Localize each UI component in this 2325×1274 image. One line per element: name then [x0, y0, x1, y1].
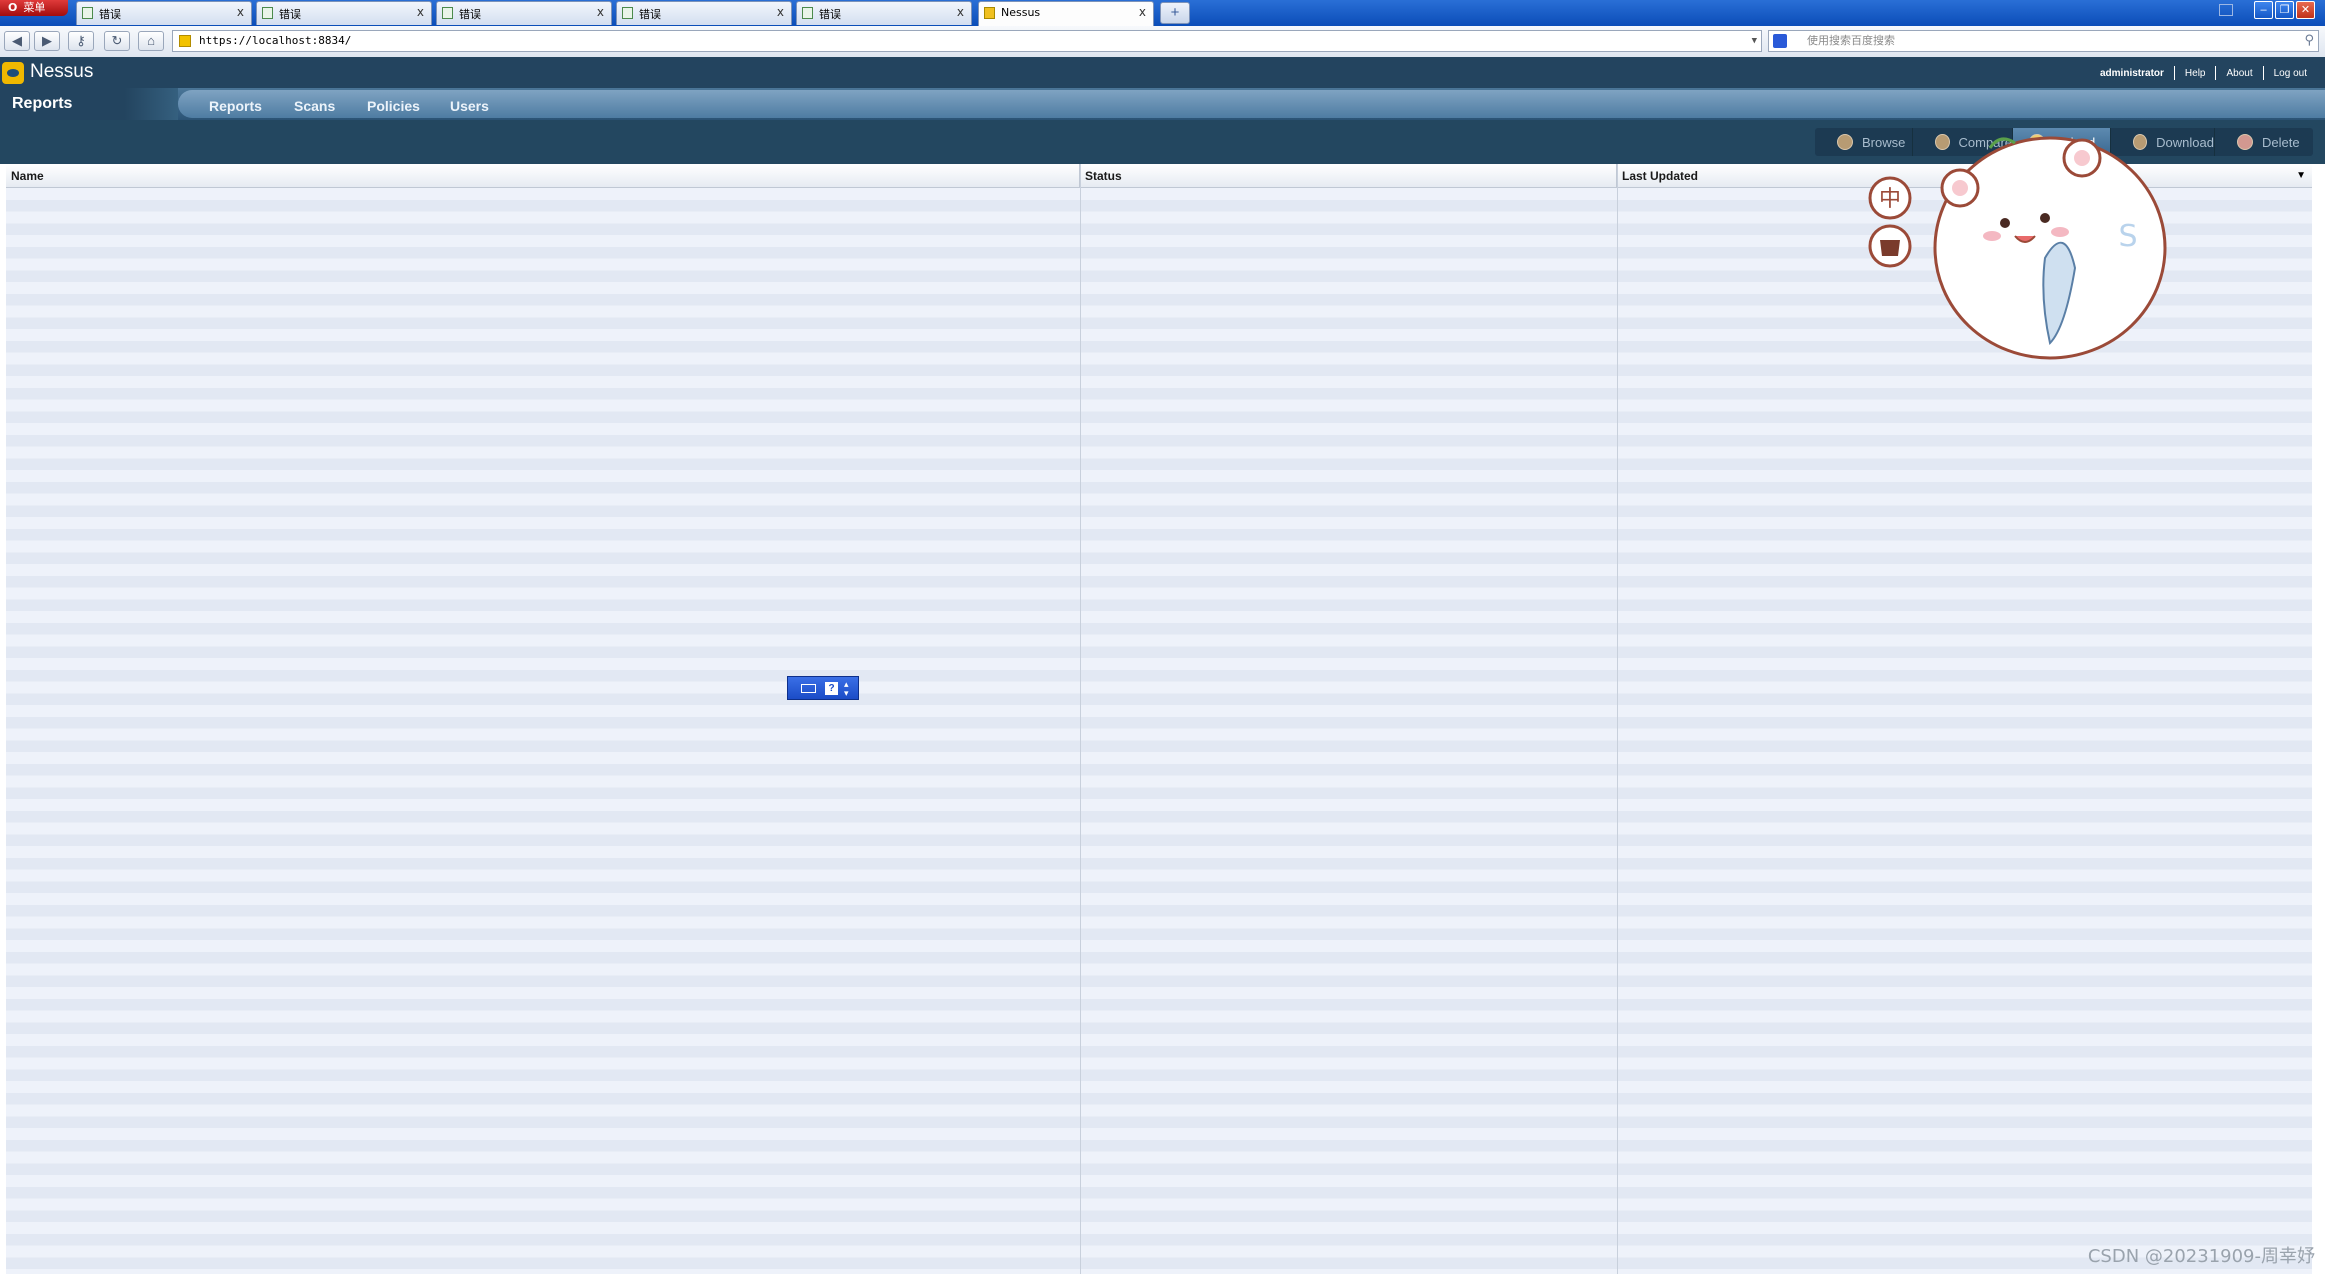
search-placeholder: 使用搜索百度搜索: [1807, 34, 1895, 47]
page-icon: [82, 7, 93, 19]
column-divider: [1617, 164, 1618, 1274]
back-arrow-icon: ◀: [12, 33, 22, 48]
address-field[interactable]: https://localhost:8834/ ▼: [172, 30, 1762, 52]
close-icon[interactable]: x: [1139, 5, 1146, 19]
home-button[interactable]: ⌂: [138, 31, 164, 51]
close-icon[interactable]: x: [597, 5, 604, 19]
close-icon[interactable]: x: [777, 5, 784, 19]
ime-toolbar[interactable]: ? ▴ ▾: [787, 676, 859, 700]
close-window-button[interactable]: ✕: [2296, 1, 2315, 19]
about-link[interactable]: About: [2216, 68, 2262, 79]
watermark: CSDN @20231909-周幸妤: [2087, 1246, 2315, 1267]
tab-label: Nessus: [1001, 6, 1041, 19]
plus-icon: +: [1170, 4, 1180, 21]
close-icon[interactable]: x: [417, 5, 424, 19]
close-icon[interactable]: x: [957, 5, 964, 19]
close-icon[interactable]: x: [237, 5, 244, 19]
bear-ear-inner: [1952, 180, 1968, 196]
search-icon[interactable]: ⚲: [2304, 31, 2314, 51]
nav-reports[interactable]: Reports: [209, 98, 262, 114]
column-label: Last Updated: [1622, 169, 1699, 183]
polar-bear-sticker: 中 S: [1868, 136, 2167, 360]
tab-label: 错误: [639, 8, 661, 21]
logout-link[interactable]: Log out: [2264, 68, 2317, 79]
restore-button[interactable]: ❐: [2275, 1, 2294, 19]
reload-button[interactable]: ↻: [104, 31, 130, 51]
nav-scans[interactable]: Scans: [294, 98, 335, 114]
main-nav: Reports Reports Scans Policies Users: [0, 88, 2325, 120]
browser-tab[interactable]: 错误 x: [796, 1, 972, 25]
page-icon: [802, 7, 813, 19]
keyboard-icon[interactable]: [801, 684, 816, 693]
forward-button[interactable]: ▶: [34, 31, 60, 51]
opera-menu-button[interactable]: O 菜单: [0, 0, 68, 16]
search-field[interactable]: 使用搜索百度搜索 ⚲: [1768, 30, 2319, 52]
address-text: https://localhost:8834/: [199, 34, 352, 47]
forward-arrow-icon: ▶: [42, 33, 52, 48]
close-icon: ✕: [2300, 4, 2311, 16]
browser-tab[interactable]: 错误 x: [436, 1, 612, 25]
page-icon: [262, 7, 273, 19]
bear-blush: [2051, 227, 2069, 237]
security-icon: [179, 35, 191, 47]
nav-users[interactable]: Users: [450, 98, 489, 114]
nav-bar: Reports Scans Policies Users: [178, 90, 2325, 118]
nessus-header: Nessus administrator Help About Log out: [0, 57, 2325, 88]
bear-eye-icon: [2000, 218, 2010, 228]
page-title: Reports: [0, 88, 178, 120]
user-links: administrator Help About Log out: [2090, 66, 2317, 80]
tab-label: 错误: [99, 8, 121, 21]
tab-label: 错误: [819, 8, 841, 21]
browser-tab[interactable]: 错误 x: [616, 1, 792, 25]
browse-icon: [1837, 134, 1853, 150]
ime-mode-char: 中: [1879, 187, 1901, 212]
sort-desc-icon[interactable]: ▼: [2296, 164, 2306, 188]
sogou-logo-char: S: [2118, 219, 2137, 254]
browser-tab[interactable]: 错误 x: [256, 1, 432, 25]
nessus-logo-icon: [2, 62, 24, 84]
bear-blush: [1983, 231, 2001, 241]
help-link[interactable]: Help: [2175, 68, 2216, 79]
column-header-name[interactable]: Name: [6, 164, 1080, 188]
bear-eye-icon: [2040, 213, 2050, 223]
expand-icon[interactable]: ▴ ▾: [844, 680, 849, 698]
app-name: Nessus: [30, 61, 94, 82]
column-divider: [1080, 164, 1081, 1274]
column-header-status[interactable]: Status: [1080, 164, 1617, 188]
delete-label: Delete: [2262, 134, 2300, 150]
minimize-icon: –: [2260, 4, 2267, 16]
page-icon: [622, 7, 633, 19]
bear-ear-inner: [2074, 150, 2090, 166]
new-tab-button[interactable]: +: [1160, 2, 1190, 24]
delete-icon: [2237, 134, 2253, 150]
tab-label: 错误: [459, 8, 481, 21]
username: administrator: [2100, 67, 2164, 79]
key-icon: ⚷: [76, 33, 86, 48]
shirt-icon: [1880, 240, 1900, 256]
browser-tab-bar: O 菜单 错误 x 错误 x 错误 x 错误 x 错误 x Nessus x + …: [0, 0, 2325, 26]
menu-label: 菜单: [23, 1, 46, 14]
key-button[interactable]: ⚷: [68, 31, 94, 51]
dropdown-icon[interactable]: ▼: [1752, 31, 1757, 51]
delete-button[interactable]: Delete: [2215, 128, 2313, 156]
address-toolbar: ◀ ▶ ⚷ ↻ ⌂ https://localhost:8834/ ▼ 使用搜索…: [0, 26, 2325, 58]
opera-logo-icon: O: [8, 1, 18, 14]
browser-tab-active[interactable]: Nessus x: [978, 1, 1154, 26]
tab-restore-icon[interactable]: [2219, 4, 2233, 16]
minimize-button[interactable]: –: [2254, 1, 2273, 19]
restore-icon: ❐: [2279, 4, 2290, 16]
reload-icon: ↻: [111, 33, 123, 48]
search-engine-icon[interactable]: [1773, 34, 1787, 48]
back-button[interactable]: ◀: [4, 31, 30, 51]
page-icon: [442, 7, 453, 19]
nessus-favicon-icon: [984, 7, 995, 19]
home-icon: ⌂: [147, 33, 155, 48]
nav-policies[interactable]: Policies: [367, 98, 420, 114]
help-icon[interactable]: ?: [825, 682, 838, 695]
browser-tab[interactable]: 错误 x: [76, 1, 252, 25]
tab-label: 错误: [279, 8, 301, 21]
